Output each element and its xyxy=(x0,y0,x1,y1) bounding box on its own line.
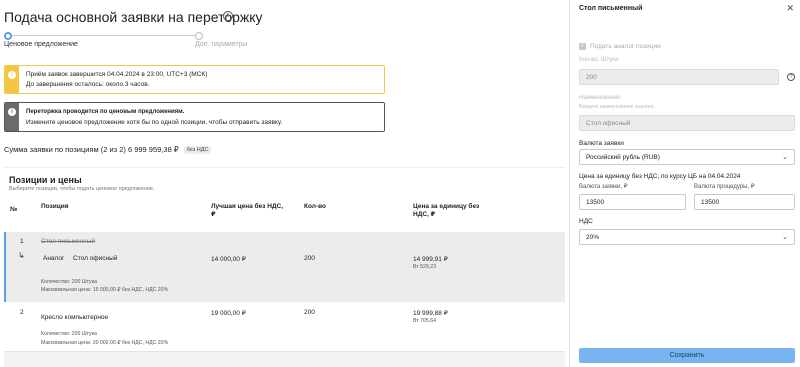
name-hint: Введите наименование аналога xyxy=(579,104,654,110)
stepper-line xyxy=(9,35,196,36)
column-best-price: Лучшая цена без НДС, ₽ xyxy=(211,203,283,219)
summary-row: Сумма заявки по позициям (2 из 2) 6 999 … xyxy=(4,145,212,155)
table-row[interactable]: 2 Кресло компьютерное 19 000,00 ₽ 200 19… xyxy=(4,302,565,352)
notice-alert: i Переторжка проводится по ценовым предл… xyxy=(4,102,385,132)
panel-title: Стол письменный xyxy=(579,5,643,12)
deadline-alert: ! Приём заявок завершится 04.04.2024 в 2… xyxy=(4,65,385,94)
analog-label: Аналог xyxy=(43,255,65,262)
analog-checkbox[interactable]: ✓ xyxy=(579,43,586,50)
currency-select[interactable]: Российский рубль (RUB) ⌄ xyxy=(579,149,795,165)
vat-label: НДС xyxy=(579,218,593,225)
vat-value: 20% xyxy=(586,234,600,241)
save-button[interactable]: Сохранить xyxy=(579,348,795,363)
qty-value: 200 xyxy=(586,74,597,81)
proc-price-value: 13500 xyxy=(701,199,720,206)
alert-strip: ! xyxy=(5,66,19,93)
warning-icon: ! xyxy=(8,71,16,79)
step-2-label[interactable]: Доп. параметры xyxy=(195,41,247,48)
currency-value: Российский рубль (RUB) xyxy=(586,154,660,161)
deadline-remaining: До завершения осталось: около 3 часов. xyxy=(26,81,150,88)
help-icon[interactable]: ? xyxy=(787,73,795,81)
column-unit-price-line1: Цена за единицу без xyxy=(413,203,480,210)
app-root: Подача основной заявки на переторжку i Ц… xyxy=(0,0,800,367)
unit-price: 19 999,88 ₽ xyxy=(413,310,448,317)
info-icon: i xyxy=(8,108,16,116)
edit-panel: Стол письменный ✕ ✓ Подать аналог позици… xyxy=(570,0,800,367)
price-heading: Цена за единицу без НДС, по курсу ЦБ на … xyxy=(579,173,741,180)
row-detail-max-price: Максимальная цена: 20 000,00 ₽ без НДС, … xyxy=(41,340,169,346)
info-icon[interactable]: i xyxy=(223,11,233,21)
table-footer xyxy=(4,352,565,367)
qty-field[interactable]: 200 xyxy=(579,69,779,85)
column-unit-price-line2: НДС, ₽ xyxy=(413,211,436,218)
main-area: Подача основной заявки на переторжку i Ц… xyxy=(0,0,569,367)
vat-badge: без НДС xyxy=(183,146,212,155)
name-label: Наименование xyxy=(579,95,621,101)
row-detail-max-price: Максимальная цена: 15 000,00 ₽ без НДС, … xyxy=(41,287,169,293)
column-num: № xyxy=(10,206,18,213)
column-qty: Кол-во xyxy=(304,203,326,210)
currency-label: Валюта заявки xyxy=(579,140,624,147)
qty: 200 xyxy=(304,255,315,262)
positions-section: Позиции и цены Выберите позиции, чтобы п… xyxy=(4,167,565,367)
close-icon[interactable]: ✕ xyxy=(786,3,794,14)
row-num: 2 xyxy=(20,309,24,316)
qty: 200 xyxy=(304,309,315,316)
analog-name: Стол офисный xyxy=(73,255,118,262)
proc-price-input[interactable]: 13500 xyxy=(694,194,795,210)
bid-price-value: 13500 xyxy=(586,199,605,206)
qty-label: Кол-во, Штука xyxy=(579,57,619,63)
vat-amount: Вт 529,23 xyxy=(413,264,436,270)
alert-strip: i xyxy=(5,103,19,131)
row-num: 1 xyxy=(20,238,24,245)
vat-amount: Вт 705,64 xyxy=(413,318,436,324)
best-price: 19 000,00 ₽ xyxy=(211,310,246,317)
row-detail-qty: Количество: 200 Штука xyxy=(41,331,97,337)
table-row[interactable]: 1 Стол письменный ↳ Аналог Стол офисный … xyxy=(4,232,565,302)
row-name: Кресло компьютерное xyxy=(41,314,109,321)
step-1-indicator[interactable] xyxy=(4,32,12,40)
section-subtitle: Выберите позиции, чтобы подать ценовое п… xyxy=(9,186,155,192)
bid-price-input[interactable]: 13500 xyxy=(579,194,686,210)
step-1-label[interactable]: Ценовое предложение xyxy=(4,41,78,48)
proc-currency-label: Валюта процедуры, ₽ xyxy=(694,184,755,190)
row-detail-qty: Количество: 200 Штука xyxy=(41,279,97,285)
column-best-price-line2: ₽ xyxy=(211,211,216,218)
column-position: Позиция xyxy=(41,203,69,210)
row-name: Стол письменный xyxy=(41,238,96,245)
name-value: Стол офисный xyxy=(586,120,631,127)
chevron-down-icon: ⌄ xyxy=(782,234,788,241)
unit-price: 14 999,91 ₽ xyxy=(413,256,448,263)
notice-text: Измените ценовое предложение хотя бы по … xyxy=(26,119,283,126)
notice-title: Переторжка проводится по ценовым предлож… xyxy=(26,109,185,115)
chevron-down-icon: ⌄ xyxy=(782,154,788,161)
vat-select[interactable]: 20% ⌄ xyxy=(579,229,795,245)
section-title: Позиции и цены xyxy=(9,175,82,185)
column-best-price-line1: Лучшая цена без НДС, xyxy=(211,203,284,210)
analog-arrow-icon: ↳ xyxy=(18,251,25,260)
step-2-indicator[interactable] xyxy=(195,32,203,40)
deadline-text: Приём заявок завершится 04.04.2024 в 23:… xyxy=(26,71,208,78)
best-price: 14 000,00 ₽ xyxy=(211,256,246,263)
column-unit-price: Цена за единицу без НДС, ₽ xyxy=(413,203,479,219)
analog-checkbox-label[interactable]: Подать аналог позиции xyxy=(590,43,661,50)
summary-text: Сумма заявки по позициям (2 из 2) 6 999 … xyxy=(4,145,179,154)
name-field[interactable]: Стол офисный xyxy=(579,115,795,131)
bid-currency-label: Валюта заявки, ₽ xyxy=(579,184,628,190)
